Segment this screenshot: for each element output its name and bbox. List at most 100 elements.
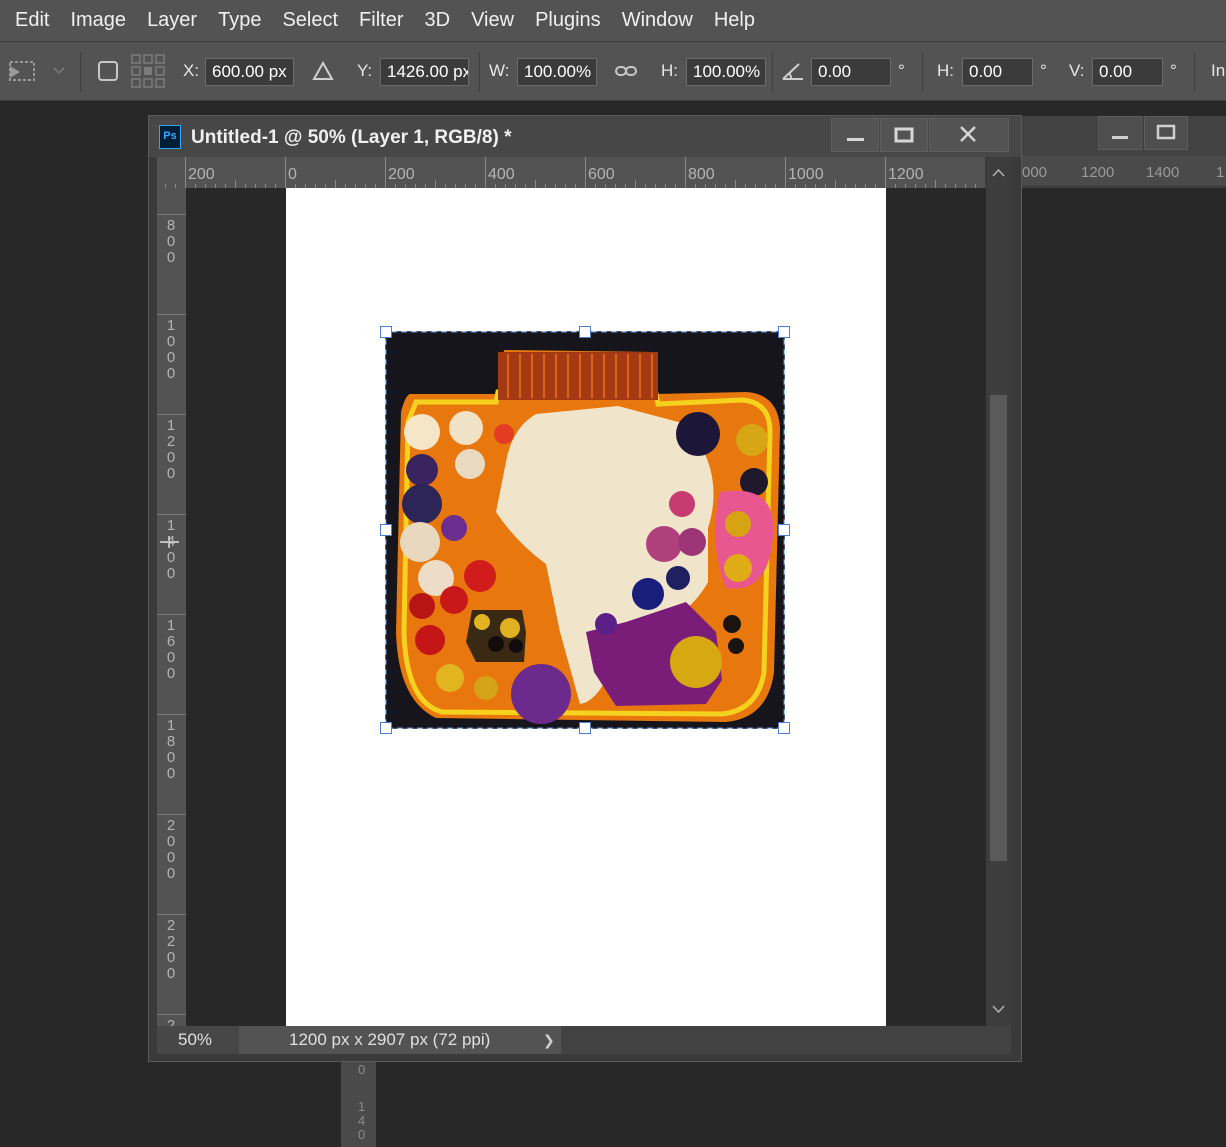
- ruler-label: 1400: [1146, 164, 1180, 181]
- transform-handle-top[interactable]: [579, 326, 591, 338]
- transform-handle-bottom-left[interactable]: [380, 722, 392, 734]
- degree-symbol: °: [1170, 61, 1177, 80]
- ruler-tick: [157, 714, 186, 715]
- menu-edit[interactable]: Edit: [0, 0, 59, 41]
- ruler-tick: [535, 180, 536, 188]
- ruler-label: 140: [358, 1099, 366, 1142]
- transform-handle-top-left[interactable]: [380, 326, 392, 338]
- menu-plugins[interactable]: Plugins: [524, 0, 611, 41]
- ruler-tick: [157, 214, 186, 215]
- ruler-label: 1200: [888, 166, 924, 183]
- transform-handle-left[interactable]: [380, 524, 392, 536]
- separator: [1194, 52, 1195, 92]
- ruler-tick: [157, 414, 186, 415]
- options-bar: X: 600.00 px Y: 1426.00 px W: 100.00% H:…: [0, 41, 1226, 101]
- x-position-field[interactable]: 600.00 px: [205, 58, 294, 86]
- horizontal-ruler[interactable]: 200 0 200 400 600 800 1000 1200: [157, 157, 985, 189]
- menu-3d[interactable]: 3D: [414, 0, 461, 41]
- canvas[interactable]: [286, 188, 886, 1026]
- status-bar: 50% 1200 px x 2907 px (72 ppi) ❯: [157, 1026, 1011, 1054]
- ruler-tick: [157, 514, 186, 515]
- ruler-label: 2000: [166, 817, 176, 882]
- vertical-scrollbar[interactable]: [986, 157, 1011, 1026]
- ruler-label: 0: [358, 1062, 366, 1077]
- ruler-label: 400: [488, 166, 515, 183]
- scroll-up-arrow-icon[interactable]: [990, 167, 1007, 179]
- w-label: W:: [489, 61, 510, 80]
- ruler-label: 1000: [166, 317, 176, 382]
- reference-point-toggle[interactable]: [96, 42, 120, 100]
- pasteboard[interactable]: [186, 188, 986, 1026]
- document-info[interactable]: 1200 px x 2907 px (72 ppi): [239, 1026, 561, 1054]
- y-position-field[interactable]: 1426.00 px: [380, 58, 469, 86]
- rotate-angle-icon: [781, 42, 805, 100]
- h-label: H:: [661, 61, 678, 80]
- scrollbar-thumb[interactable]: [990, 395, 1007, 861]
- transform-handle-right[interactable]: [778, 524, 790, 536]
- ruler-tick: [685, 157, 686, 188]
- ruler-label: 0: [288, 166, 297, 183]
- close-button[interactable]: [929, 118, 1009, 152]
- menu-bar: Edit Image Layer Type Select Filter 3D V…: [0, 0, 1226, 41]
- v-skew-label: V:: [1069, 61, 1085, 80]
- ruler-tick: [157, 314, 186, 315]
- separator: [772, 52, 773, 92]
- rotate-field[interactable]: 0.00: [811, 58, 891, 86]
- ruler-tick: [335, 180, 336, 188]
- minimize-button[interactable]: [831, 118, 879, 152]
- background-window-ruler: 000 1200 1400 1: [1020, 156, 1226, 187]
- transform-bounding-box[interactable]: [385, 331, 785, 729]
- h-skew-field[interactable]: 0.00: [962, 58, 1033, 86]
- ruler-tick: [485, 157, 486, 188]
- maximize-button[interactable]: [1144, 116, 1188, 150]
- menu-view[interactable]: View: [460, 0, 524, 41]
- menu-select[interactable]: Select: [271, 0, 348, 41]
- background-window-titlebar[interactable]: [1020, 116, 1226, 156]
- height-field[interactable]: 100.00%: [686, 58, 766, 86]
- y-label: Y:: [357, 61, 373, 80]
- menu-type[interactable]: Type: [207, 0, 271, 41]
- width-field[interactable]: 100.00%: [517, 58, 597, 86]
- transform-tool-preset-icon[interactable]: [6, 42, 66, 100]
- zoom-level[interactable]: 50%: [157, 1026, 239, 1054]
- ruler-label: 1200: [166, 417, 176, 482]
- scroll-down-arrow-icon[interactable]: [990, 1003, 1007, 1015]
- ruler-tick: [157, 1014, 186, 1015]
- ruler-tick: [735, 180, 736, 188]
- transform-handle-bottom[interactable]: [579, 722, 591, 734]
- vertical-ruler[interactable]: 800 1000 1200 1400 1600 1800 2000 2200 2: [157, 188, 187, 1026]
- v-skew-field[interactable]: 0.00: [1092, 58, 1163, 86]
- ruler-tick: [157, 814, 186, 815]
- degree-symbol: °: [1040, 61, 1047, 80]
- minimize-button[interactable]: [1098, 116, 1142, 150]
- ruler-tick: [835, 180, 836, 188]
- separator: [922, 52, 923, 92]
- ruler-tick: [157, 914, 186, 915]
- photoshop-icon: Ps: [159, 125, 181, 149]
- menu-window[interactable]: Window: [611, 0, 703, 41]
- ruler-tick: [585, 157, 586, 188]
- menu-layer[interactable]: Layer: [136, 0, 207, 41]
- h-skew-label: H:: [937, 61, 954, 80]
- ruler-label: 800: [688, 166, 715, 183]
- degree-symbol: °: [898, 61, 905, 80]
- status-menu-arrow-icon[interactable]: ❯: [543, 1026, 555, 1054]
- ruler-label: 2200: [166, 917, 176, 982]
- relative-position-icon[interactable]: [312, 42, 334, 100]
- background-window-vertical-ruler: 0 140: [341, 1062, 376, 1147]
- document-window: Ps Untitled-1 @ 50% (Layer 1, RGB/8) * 2…: [148, 115, 1022, 1062]
- transform-handle-bottom-right[interactable]: [778, 722, 790, 734]
- background-document-window[interactable]: 000 1200 1400 1: [1020, 116, 1226, 188]
- ruler-tick: [785, 157, 786, 188]
- ruler-tick: [885, 157, 886, 188]
- document-titlebar[interactable]: Ps Untitled-1 @ 50% (Layer 1, RGB/8) *: [149, 116, 1021, 157]
- menu-image[interactable]: Image: [59, 0, 136, 41]
- reference-point-grid-icon[interactable]: [130, 42, 166, 100]
- menu-help[interactable]: Help: [703, 0, 765, 41]
- maximize-button[interactable]: [880, 118, 928, 152]
- ruler-tick: [385, 157, 386, 188]
- link-icon[interactable]: [614, 42, 638, 100]
- ruler-tick: [235, 180, 236, 188]
- menu-filter[interactable]: Filter: [348, 0, 413, 41]
- transform-handle-top-right[interactable]: [778, 326, 790, 338]
